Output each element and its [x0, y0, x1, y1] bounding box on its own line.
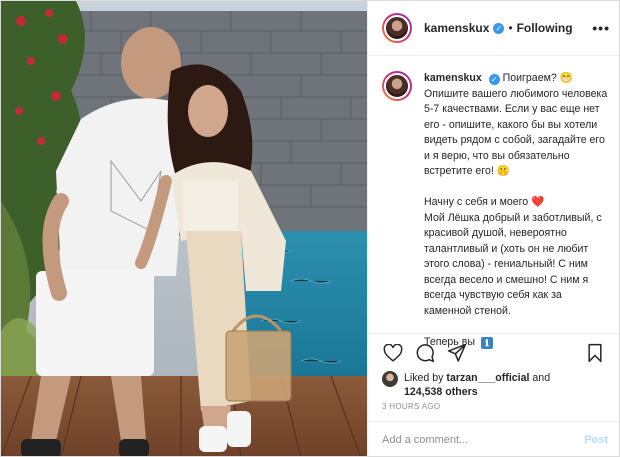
author-username[interactable]: kamenskux [424, 21, 489, 35]
caption-paragraph-2-intro: Начну с себя и моего ❤️ [424, 196, 545, 208]
likes-summary: Liked by tarzan___official and 124,538 o… [382, 371, 550, 399]
liker-username[interactable]: tarzan___official [446, 372, 529, 384]
post-timestamp[interactable]: 3 HOURS AGO [382, 402, 440, 411]
verified-badge-icon: ✓ [493, 22, 505, 34]
action-bar [368, 333, 619, 371]
caption-paragraph-2: Мой Лёшка добрый и заботливый, с красиво… [424, 211, 602, 317]
post-header: kamenskux ✓ • Following ••• [368, 1, 619, 56]
post-side-panel: kamenskux ✓ • Following ••• kamenskux ✓ … [367, 1, 619, 456]
caption-username[interactable]: kamenskux [424, 72, 482, 84]
caption-author-avatar[interactable] [382, 71, 412, 101]
likes-middle: and [532, 372, 551, 384]
verified-badge-icon: ✓ [488, 74, 500, 85]
comment-input[interactable] [382, 434, 585, 446]
post-photo[interactable] [1, 1, 367, 456]
share-icon[interactable] [442, 338, 472, 368]
comment-icon[interactable] [410, 338, 440, 368]
caption-text: kamenskux ✓ Поиграем? 😁 Опишите вашего л… [424, 71, 608, 349]
following-button[interactable]: Following [517, 21, 573, 35]
likes-count[interactable]: 124,538 others [404, 386, 478, 398]
post-photo-illustration [1, 1, 367, 456]
liker-avatar[interactable] [382, 371, 398, 387]
author-avatar[interactable] [382, 13, 412, 43]
add-comment-bar: Post [368, 421, 619, 456]
caption-paragraph-1: Поиграем? 😁 Опишите вашего любимого чело… [424, 72, 608, 177]
more-options-icon[interactable]: ••• [592, 20, 610, 36]
heart-icon[interactable] [378, 338, 408, 368]
likes-prefix: Liked by [404, 372, 444, 384]
separator-dot: • [508, 21, 513, 35]
post-comment-button[interactable]: Post [584, 434, 608, 446]
caption-block: kamenskux ✓ Поиграем? 😁 Опишите вашего л… [368, 57, 619, 349]
instagram-post-modal: kamenskux ✓ • Following ••• kamenskux ✓ … [0, 0, 620, 457]
bookmark-icon[interactable] [580, 338, 610, 368]
